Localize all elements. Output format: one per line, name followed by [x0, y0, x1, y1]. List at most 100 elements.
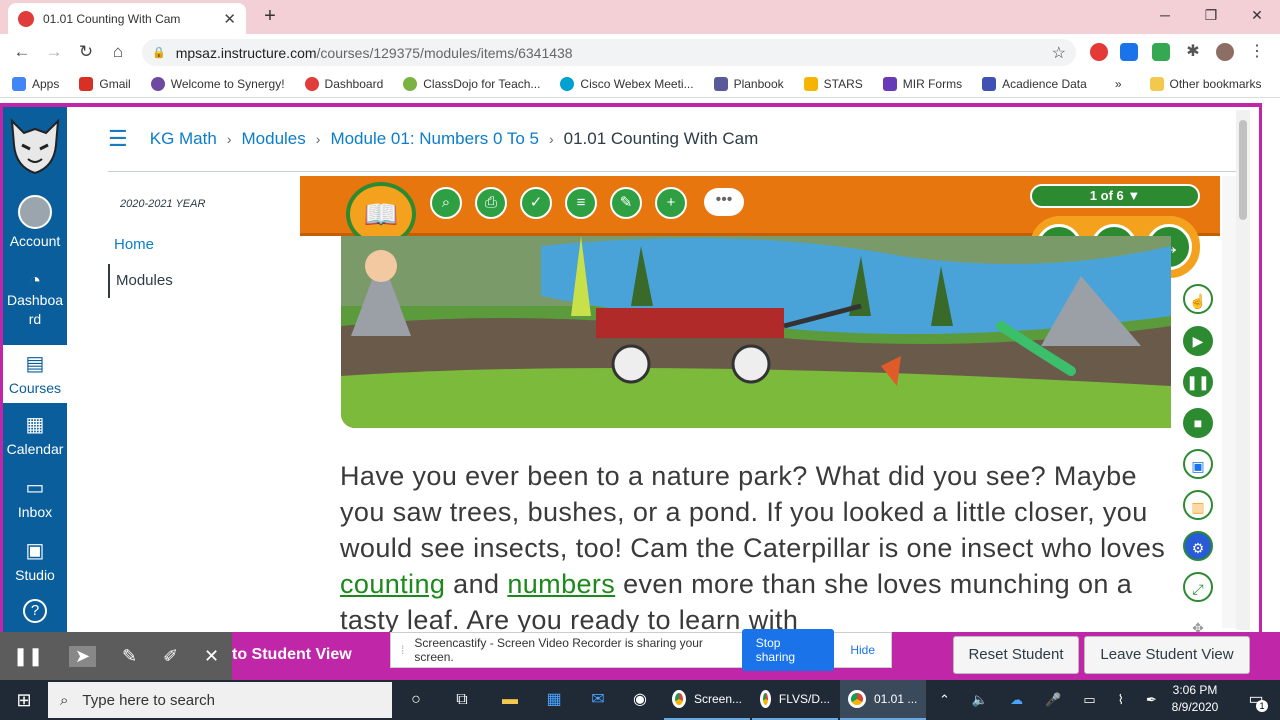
nav-studio[interactable]: ▣ Studio [3, 538, 67, 583]
pause-icon[interactable]: ❚❚ [1183, 367, 1213, 397]
wildcat-logo-icon [10, 118, 60, 175]
volume-icon[interactable]: 🔈 [972, 692, 988, 708]
course-nav-home[interactable]: Home [114, 236, 154, 253]
highlighter-icon[interactable]: ✐ [163, 646, 178, 667]
close-tab-icon[interactable]: ✕ [223, 10, 236, 28]
image-icon[interactable]: ▣ [1183, 449, 1213, 479]
extension-icon[interactable] [1152, 43, 1170, 61]
hand-pointer-icon[interactable]: ☝ [1183, 284, 1213, 314]
hamburger-menu-icon[interactable]: ☰ [108, 126, 128, 152]
bookmark-item[interactable]: Apps [12, 76, 59, 91]
stop-sharing-button[interactable]: Stop sharing [741, 629, 835, 671]
notification-count: 1 [1256, 700, 1268, 712]
extension-icon[interactable] [1120, 43, 1138, 61]
chevron-up-icon[interactable]: ⌃ [939, 692, 950, 708]
bookmark-star-icon[interactable]: ☆ [1052, 43, 1066, 63]
pen-icon[interactable]: ✎ [122, 646, 137, 667]
more-bookmarks-button[interactable]: » [1115, 77, 1122, 91]
other-bookmarks[interactable]: Other bookmarks [1149, 76, 1262, 91]
settings-gear-icon[interactable]: ⚙ [1183, 531, 1213, 561]
drag-handle-icon[interactable]: ⁞ [401, 643, 404, 657]
windows-start-icon[interactable]: ⊞ [0, 680, 48, 720]
minimize-icon[interactable]: ─ [1150, 4, 1180, 26]
bookmark-item[interactable]: Planbook [713, 76, 784, 91]
nav-calendar[interactable]: ▦ Calendar [3, 412, 67, 457]
notes-icon[interactable]: ≡ [565, 187, 597, 219]
school-logo[interactable] [3, 115, 67, 180]
play-icon[interactable]: ▶ [1183, 326, 1213, 356]
mail-icon[interactable]: ✉ [576, 680, 620, 720]
pause-icon[interactable]: ❚❚ [13, 646, 43, 667]
new-tab-button[interactable]: + [258, 4, 282, 28]
tools-icon[interactable]: ✎ [610, 187, 642, 219]
notifications-icon[interactable]: ▭ 1 [1236, 680, 1276, 720]
breadcrumb-module[interactable]: Module 01: Numbers 0 To 5 [330, 129, 539, 149]
camera-icon[interactable]: ◉ [618, 680, 662, 720]
bookmark-item[interactable]: Cisco Webex Meeti... [560, 76, 694, 91]
page-scrollbar-thumb[interactable] [1239, 120, 1247, 220]
nav-inbox[interactable]: ▭ Inbox [3, 475, 67, 520]
nav-courses[interactable]: ▤ Courses [3, 345, 67, 403]
link-numbers[interactable]: numbers [507, 569, 615, 599]
home-icon[interactable]: ⌂ [106, 40, 130, 64]
back-icon[interactable]: ← [10, 40, 34, 64]
bookmark-item[interactable]: Acadience Data [982, 76, 1087, 91]
expand-icon[interactable]: ⤢ [1183, 572, 1213, 602]
restore-icon[interactable]: ❐ [1196, 4, 1226, 26]
pen-icon[interactable]: ✒ [1146, 692, 1157, 708]
hide-button[interactable]: Hide [844, 643, 881, 657]
taskbar-app[interactable]: Screen... [664, 680, 750, 720]
nav-account[interactable]: Account [3, 195, 67, 249]
close-icon[interactable]: ✕ [204, 646, 219, 667]
magnifier-icon[interactable]: ⌕ [430, 187, 462, 219]
forward-icon[interactable]: → [42, 40, 66, 64]
menu-kebab-icon[interactable]: ⋮ [1248, 43, 1266, 61]
bookmark-item[interactable]: Gmail [79, 76, 131, 91]
chat-bubble-icon[interactable]: ••• [704, 188, 744, 216]
cursor-icon[interactable]: ➤ [69, 645, 97, 667]
divider [108, 171, 1236, 172]
clock[interactable]: 3:06 PM 8/9/2020 [1160, 682, 1230, 716]
wifi-icon[interactable]: ⌇ [1118, 692, 1124, 708]
taskbar-search[interactable]: ⌕ Type here to search [48, 682, 392, 718]
address-bar[interactable]: 🔒 mpsaz.instructure.com/courses/129375/m… [142, 39, 1076, 66]
lesson-scrollbar[interactable] [1222, 176, 1236, 628]
profile-avatar[interactable] [1216, 43, 1234, 61]
recorder-extension-icon[interactable] [1090, 43, 1108, 61]
nav-dashboard[interactable]: ◔ Dashboa rd [3, 271, 67, 329]
stop-icon[interactable]: ■ [1183, 408, 1213, 438]
nav-help[interactable]: ? [3, 599, 67, 623]
breadcrumb-modules[interactable]: Modules [242, 129, 306, 149]
course-nav-modules[interactable]: Modules [108, 264, 173, 298]
bookmark-item[interactable]: ClassDojo for Teach... [403, 76, 540, 91]
file-explorer-icon[interactable]: ▬ [488, 680, 532, 720]
bookmark-item[interactable]: MIR Forms [882, 76, 962, 91]
bookmark-item[interactable]: Welcome to Synergy! [150, 76, 285, 91]
breadcrumb-course[interactable]: KG Math [150, 129, 217, 149]
bookmark-item[interactable]: Dashboard [304, 76, 383, 91]
page-selector[interactable]: 1 of 6 ▼ [1030, 184, 1200, 208]
chrome-icon [760, 690, 771, 708]
link-counting[interactable]: counting [340, 569, 445, 599]
close-window-icon[interactable]: ✕ [1242, 4, 1272, 26]
cortana-icon[interactable]: ○ [394, 680, 438, 720]
taskbar-app-active[interactable]: 01.01 ... [840, 680, 926, 720]
annotation-tools: ❚❚ ➤ ✎ ✐ ✕ [0, 632, 232, 680]
reset-student-button[interactable]: Reset Student [953, 636, 1079, 674]
puzzle-icon[interactable]: ✱ [1184, 43, 1202, 61]
calendar-icon: ▦ [25, 414, 45, 436]
battery-icon[interactable]: ▭ [1083, 692, 1095, 708]
glossary-book-icon[interactable]: ▥ [1183, 490, 1213, 520]
task-view-icon[interactable]: ⧉ [440, 680, 484, 720]
taskbar-app[interactable]: FLVS/D... [752, 680, 838, 720]
bookmark-item[interactable]: STARS [803, 76, 863, 91]
store-icon[interactable]: ▦ [532, 680, 576, 720]
checklist-icon[interactable]: ✓ [520, 187, 552, 219]
leave-student-view-button[interactable]: Leave Student View [1084, 636, 1250, 674]
reload-icon[interactable]: ↻ [74, 40, 98, 64]
plus-icon[interactable]: + [655, 187, 687, 219]
microphone-icon[interactable]: 🎤 [1045, 692, 1061, 708]
print-icon[interactable]: ⎙ [475, 187, 507, 219]
browser-tab[interactable]: 01.01 Counting With Cam ✕ [8, 3, 246, 34]
onedrive-icon[interactable]: ☁ [1010, 692, 1023, 708]
